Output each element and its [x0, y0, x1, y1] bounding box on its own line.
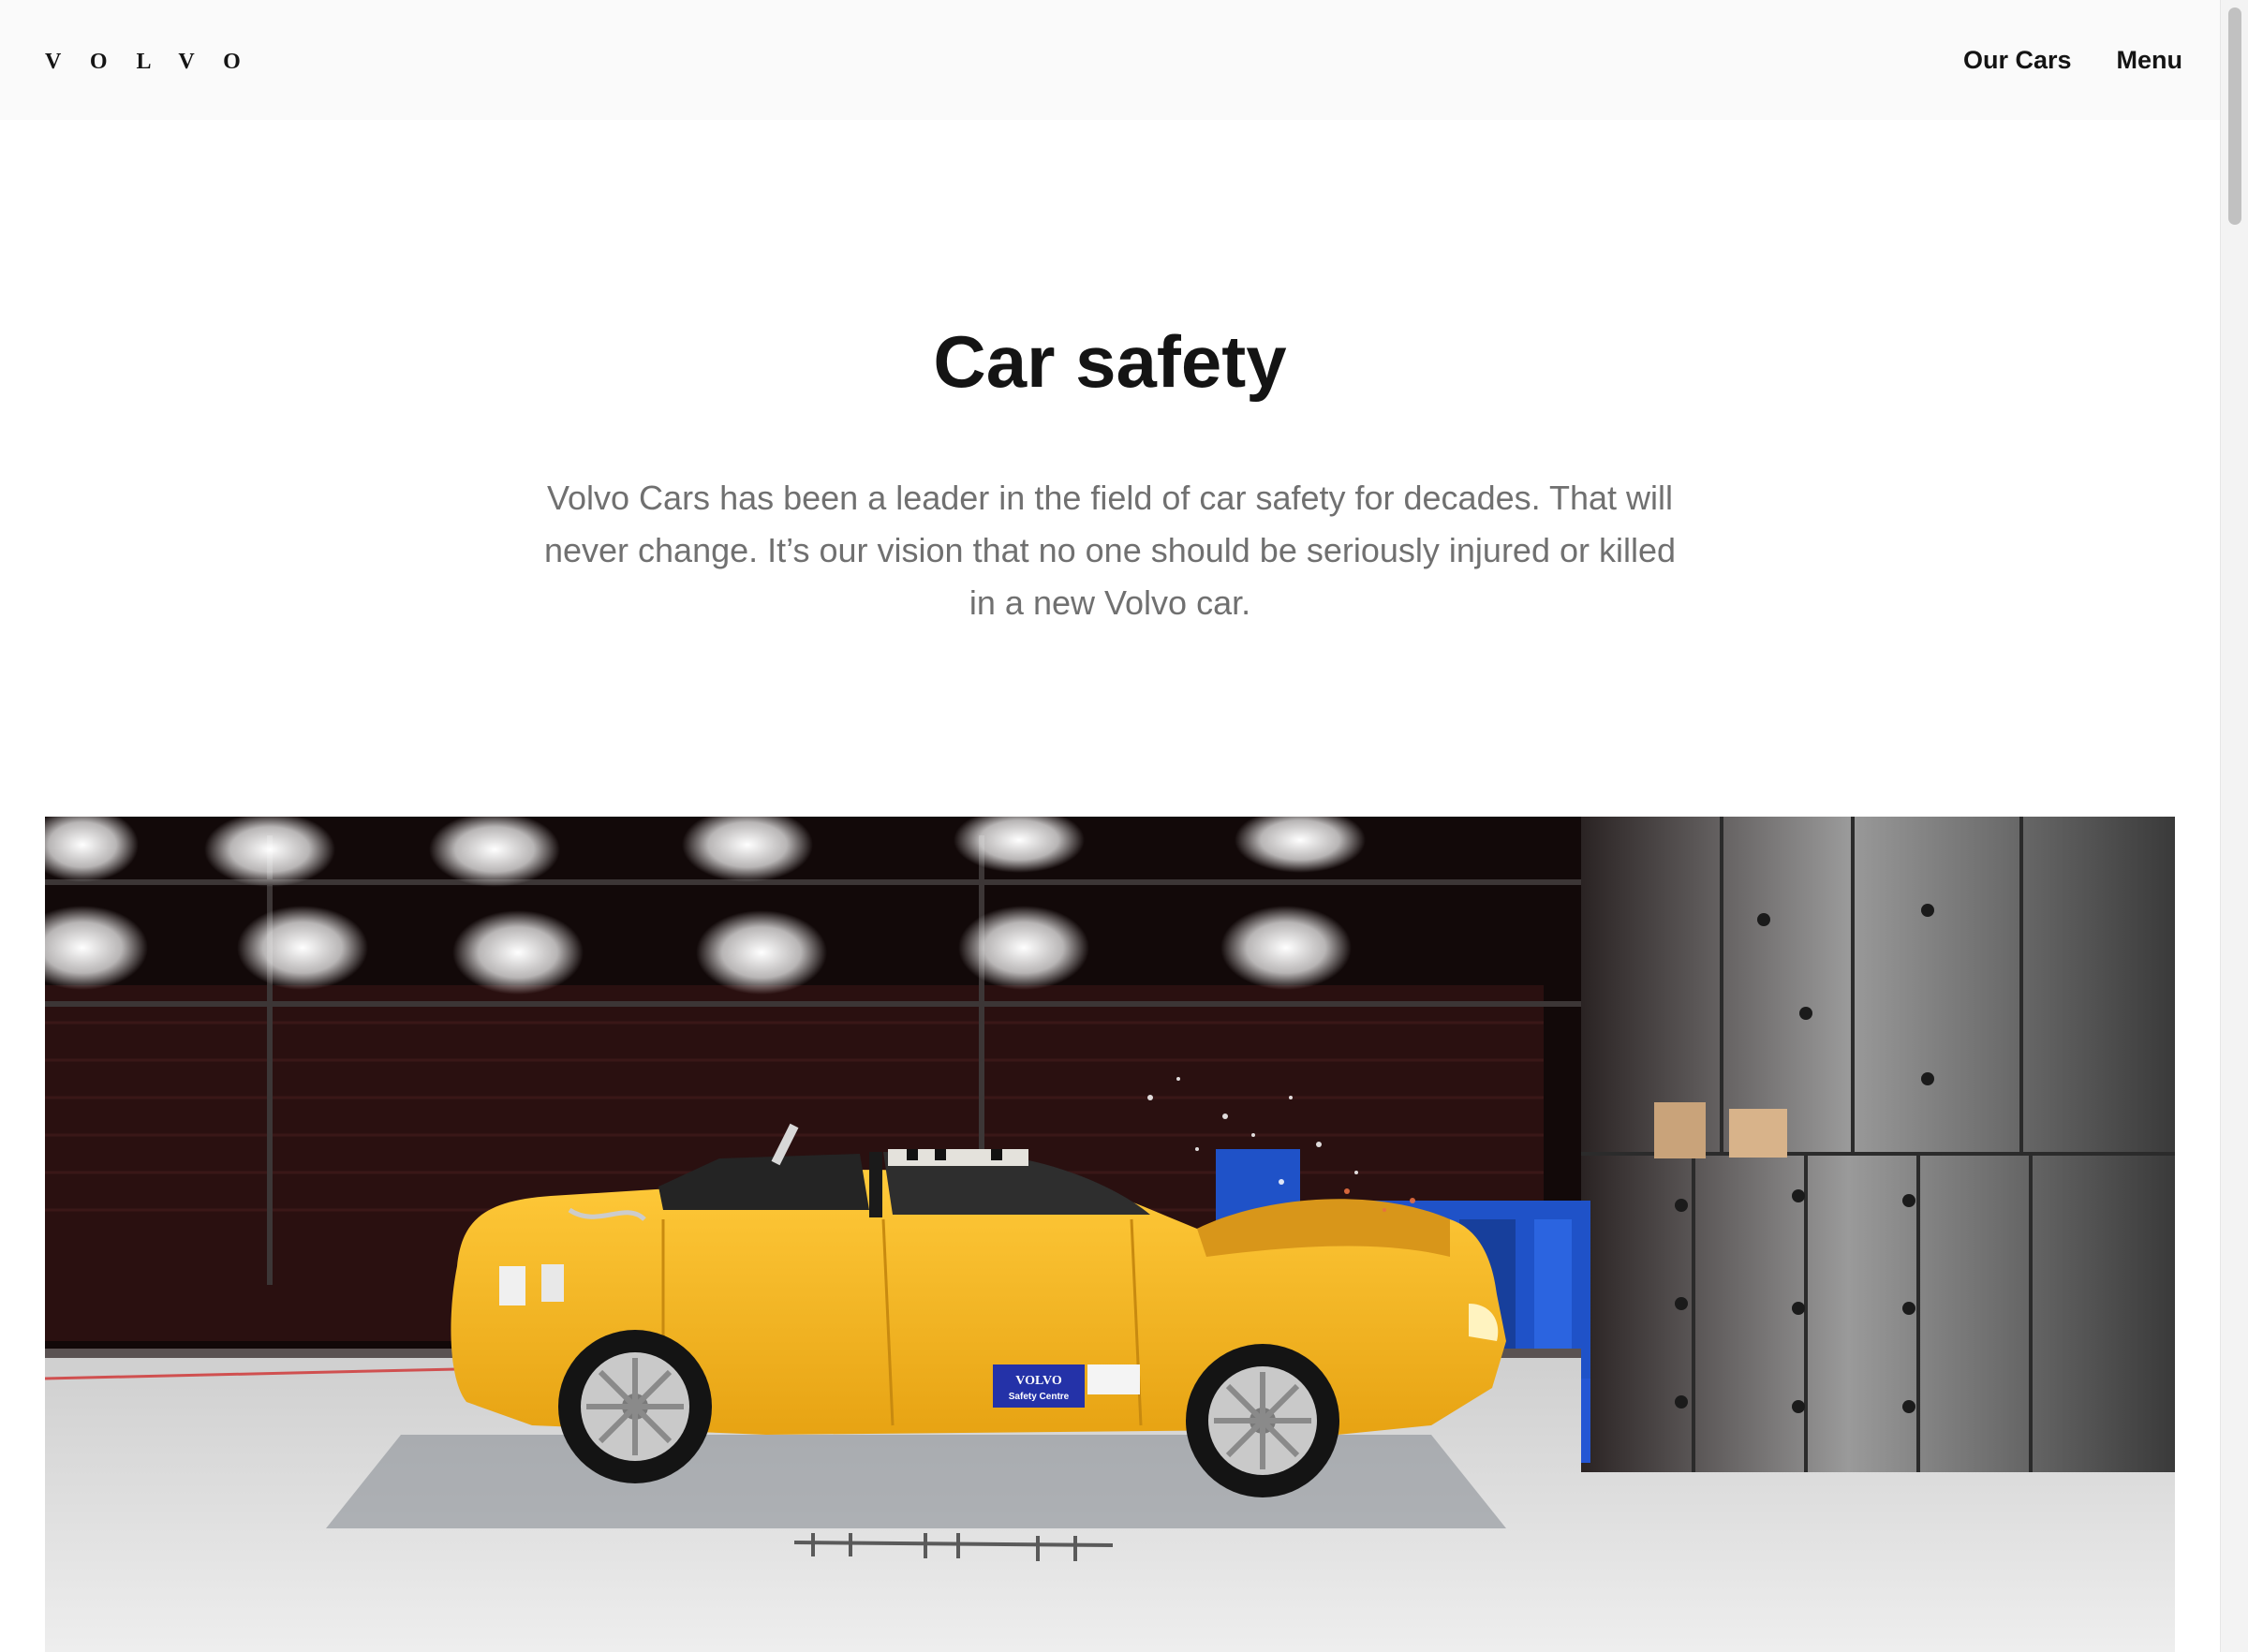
- nav-our-cars-link[interactable]: Our Cars: [1963, 46, 2072, 75]
- volvo-logo[interactable]: VOLVO: [45, 46, 270, 75]
- site-header: VOLVO Our Cars Menu: [0, 0, 2220, 120]
- scrollbar-thumb[interactable]: [2228, 7, 2241, 225]
- hero-section: Car safety Volvo Cars has been a leader …: [0, 120, 2220, 629]
- hero-description: Volvo Cars has been a leader in the fiel…: [543, 479, 1677, 622]
- page-title: Car safety: [933, 320, 1287, 403]
- nav-menu-button[interactable]: Menu: [2117, 46, 2183, 75]
- crash-test-image: VOLVO Safety Centre: [45, 817, 2175, 1652]
- page: VOLVO Our Cars Menu Car safety Volvo Car…: [0, 0, 2248, 1652]
- page-scrollbar[interactable]: [2220, 0, 2248, 1652]
- badge-line-2: Safety Centre: [1009, 1392, 1070, 1402]
- badge-line-1: VOLVO: [1015, 1374, 1062, 1388]
- main-nav: Our Cars Menu: [1963, 46, 2182, 75]
